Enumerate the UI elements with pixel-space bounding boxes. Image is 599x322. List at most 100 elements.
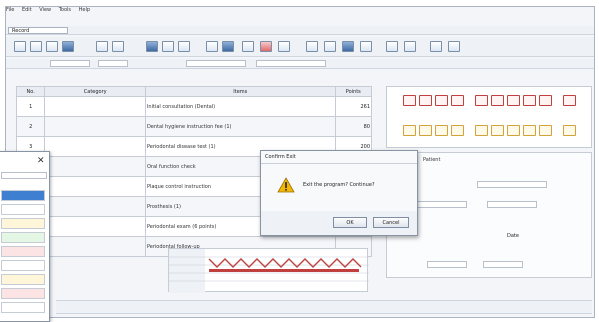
list-item[interactable] xyxy=(1,218,45,229)
tab-record[interactable]: Record xyxy=(8,27,68,34)
tooth-lower[interactable] xyxy=(563,125,576,136)
tooth-lower[interactable] xyxy=(435,125,448,136)
ok-button[interactable]: OK xyxy=(333,217,367,228)
row-category xyxy=(44,176,146,197)
filter-field-3[interactable] xyxy=(186,60,246,67)
tooth-upper[interactable] xyxy=(419,95,432,106)
tooth-lower[interactable] xyxy=(539,125,552,136)
info-field-5[interactable] xyxy=(483,261,523,268)
list-item-selected[interactable] xyxy=(1,190,45,201)
col-header-no: No. xyxy=(15,86,46,97)
periodontal-chart xyxy=(168,248,369,293)
tooth-upper[interactable] xyxy=(563,95,576,106)
tooth-lower[interactable] xyxy=(451,125,464,136)
dental-chart[interactable] xyxy=(386,86,592,148)
tooth-lower[interactable] xyxy=(507,125,520,136)
dialog-message: Exit the program? Continue? xyxy=(303,182,375,188)
cancel-button[interactable]: Cancel xyxy=(373,217,409,228)
tooth-upper[interactable] xyxy=(451,95,464,106)
row-points: 261 xyxy=(334,96,373,117)
probing-depth-line xyxy=(208,258,362,268)
menu-item-help[interactable]: Help xyxy=(79,7,90,13)
list-item[interactable] xyxy=(1,204,45,215)
row-category xyxy=(44,216,146,237)
tooth-upper[interactable] xyxy=(523,95,536,106)
row-category xyxy=(44,136,146,157)
tooth-upper[interactable] xyxy=(403,95,416,106)
tooth-upper[interactable] xyxy=(475,95,488,106)
tooth-icon[interactable] xyxy=(162,41,174,52)
settings-icon[interactable] xyxy=(222,41,234,52)
tooth-lower[interactable] xyxy=(491,125,504,136)
globe-icon[interactable] xyxy=(342,41,354,52)
row-item: Dental hygiene instruction fee (1) xyxy=(144,116,336,137)
mail-icon[interactable] xyxy=(324,41,336,52)
list-item[interactable] xyxy=(1,246,45,257)
tooth-lower[interactable] xyxy=(475,125,488,136)
alert-icon[interactable] xyxy=(260,41,272,52)
list-item[interactable] xyxy=(1,260,45,271)
row-item: Initial consultation (Dental) xyxy=(144,96,336,117)
tooth-lower[interactable] xyxy=(419,125,432,136)
row-no: 1 xyxy=(15,96,46,117)
list-item[interactable] xyxy=(1,232,45,243)
dialog-title: Confirm Exit xyxy=(265,154,296,160)
camera-icon[interactable] xyxy=(206,41,218,52)
search-icon[interactable] xyxy=(46,41,58,52)
calendar-icon[interactable] xyxy=(112,41,124,52)
date-label: Date xyxy=(507,233,519,239)
tooth-upper[interactable] xyxy=(435,95,448,106)
close-icon[interactable]: ✕ xyxy=(37,156,45,166)
menu-item-view[interactable]: View xyxy=(39,7,51,13)
list-item[interactable] xyxy=(1,302,45,313)
monitor-icon[interactable] xyxy=(62,41,74,52)
help-icon[interactable] xyxy=(360,41,372,52)
folder-icon[interactable] xyxy=(404,41,416,52)
export-icon[interactable] xyxy=(306,41,318,52)
col-header-category: Category xyxy=(44,86,146,97)
info-field-2[interactable] xyxy=(417,201,467,208)
confirm-dialog: Confirm Exit Exit the program? Continue?… xyxy=(260,150,418,236)
row-no: 2 xyxy=(15,116,46,137)
filter-field-1[interactable] xyxy=(50,60,90,67)
star-icon[interactable] xyxy=(448,41,460,52)
row-category xyxy=(44,96,146,117)
tooth-upper[interactable] xyxy=(507,95,520,106)
dialog-divider xyxy=(261,163,417,164)
save-icon[interactable] xyxy=(14,41,26,52)
tooth-lower[interactable] xyxy=(523,125,536,136)
info-field-4[interactable] xyxy=(427,261,467,268)
periodontal-chart-svg xyxy=(169,249,369,293)
tooth-upper[interactable] xyxy=(491,95,504,106)
list-item[interactable] xyxy=(1,288,45,299)
chart-icon[interactable] xyxy=(146,41,158,52)
user-icon[interactable] xyxy=(242,41,254,52)
tooth-lower[interactable] xyxy=(403,125,416,136)
col-header-items: Items xyxy=(144,86,336,97)
side-search-field[interactable] xyxy=(1,172,47,179)
row-category xyxy=(44,156,146,177)
row-category xyxy=(44,196,146,217)
toolbar xyxy=(6,37,594,57)
table-row[interactable]: 1 Initial consultation (Dental) 261 xyxy=(15,96,373,117)
list-item[interactable] xyxy=(1,274,45,285)
menu-item-file[interactable]: File xyxy=(6,7,14,13)
status-bar xyxy=(56,300,592,314)
list-icon[interactable] xyxy=(178,41,190,52)
menu-item-edit[interactable]: Edit xyxy=(22,7,32,13)
info-field-3[interactable] xyxy=(487,201,537,208)
refresh-icon[interactable] xyxy=(278,41,290,52)
document-icon[interactable] xyxy=(96,41,108,52)
filter-field-4[interactable] xyxy=(256,60,326,67)
row-category xyxy=(44,236,146,257)
warning-icon xyxy=(277,177,295,193)
filter-field-2[interactable] xyxy=(98,60,128,67)
tooth-upper[interactable] xyxy=(539,95,552,106)
row-category xyxy=(44,116,146,137)
menu-item-tools[interactable]: Tools xyxy=(59,7,71,13)
info-field-1[interactable] xyxy=(477,181,547,188)
print-icon[interactable] xyxy=(30,41,42,52)
table-row[interactable]: 2 Dental hygiene instruction fee (1) 80 xyxy=(15,116,373,137)
lock-icon[interactable] xyxy=(386,41,398,52)
bookmark-icon[interactable] xyxy=(430,41,442,52)
